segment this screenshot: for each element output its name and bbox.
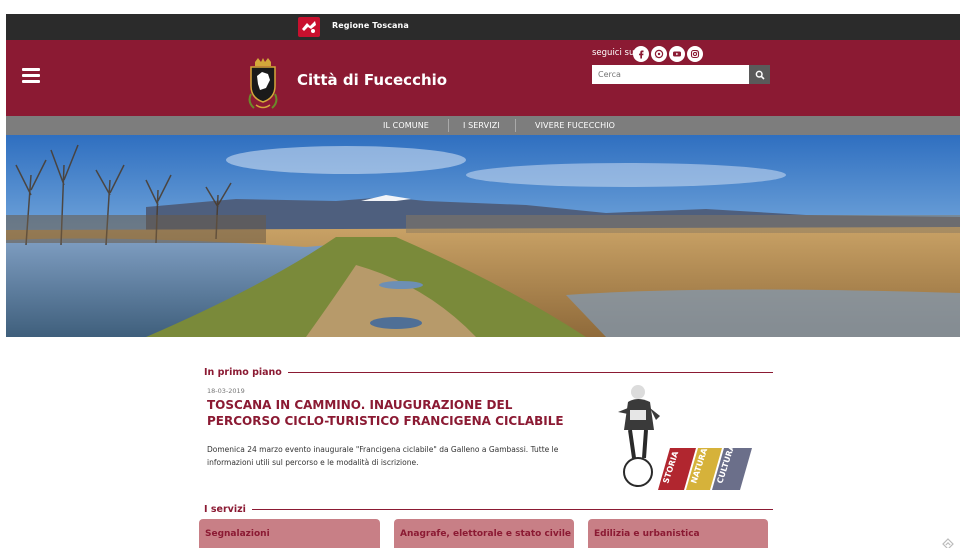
site-header: Città di Fucecchio seguici su: xyxy=(6,40,960,116)
city-crest-logo[interactable] xyxy=(248,58,278,110)
featured-section-header: In primo piano xyxy=(204,367,773,378)
service-card-segnalazioni[interactable]: Segnalazioni xyxy=(199,519,380,548)
scroll-top-icon[interactable] xyxy=(942,535,954,548)
hero-image xyxy=(6,135,960,337)
news-summary: Domenica 24 marzo evento inaugurale "Fra… xyxy=(207,445,559,467)
section-divider xyxy=(287,372,773,373)
services-heading: I servizi xyxy=(204,504,246,515)
nav-divider xyxy=(515,119,516,132)
section-divider xyxy=(251,509,773,510)
region-bar: Regione Toscana xyxy=(6,14,960,40)
search-input[interactable] xyxy=(592,65,749,84)
services-section-header: I servizi xyxy=(204,504,773,515)
main-nav: IL COMUNE I SERVIZI VIVERE FUCECCHIO xyxy=(6,116,960,135)
region-name[interactable]: Regione Toscana xyxy=(332,21,409,30)
nav-item-il-comune[interactable]: IL COMUNE xyxy=(383,116,429,135)
nav-item-i-servizi[interactable]: I SERVIZI xyxy=(463,116,500,135)
news-date: 18-03-2019 xyxy=(207,387,245,395)
instagram-icon[interactable] xyxy=(687,46,703,62)
news-image[interactable]: STORIA NATURA CULTURA xyxy=(600,380,758,490)
search-icon xyxy=(755,70,765,80)
social-label: seguici su: xyxy=(592,48,638,58)
youtube-icon[interactable] xyxy=(669,46,685,62)
service-card-anagrafe[interactable]: Anagrafe, elettorale e stato civile xyxy=(394,519,574,548)
service-card-edilizia[interactable]: Edilizia e urbanistica xyxy=(588,519,768,548)
facebook-icon[interactable] xyxy=(633,46,649,62)
whatsapp-icon[interactable] xyxy=(651,46,667,62)
menu-icon[interactable] xyxy=(22,68,40,83)
search-button[interactable] xyxy=(749,65,770,84)
news-title[interactable]: TOSCANA IN CAMMINO. INAUGURAZIONE DEL PE… xyxy=(207,397,572,429)
featured-heading: In primo piano xyxy=(204,367,282,378)
nav-item-vivere-fucecchio[interactable]: VIVERE FUCECCHIO xyxy=(535,116,615,135)
social-links xyxy=(633,46,703,62)
nav-divider xyxy=(448,119,449,132)
site-title[interactable]: Città di Fucecchio xyxy=(297,71,447,89)
regione-toscana-logo[interactable] xyxy=(298,17,320,37)
